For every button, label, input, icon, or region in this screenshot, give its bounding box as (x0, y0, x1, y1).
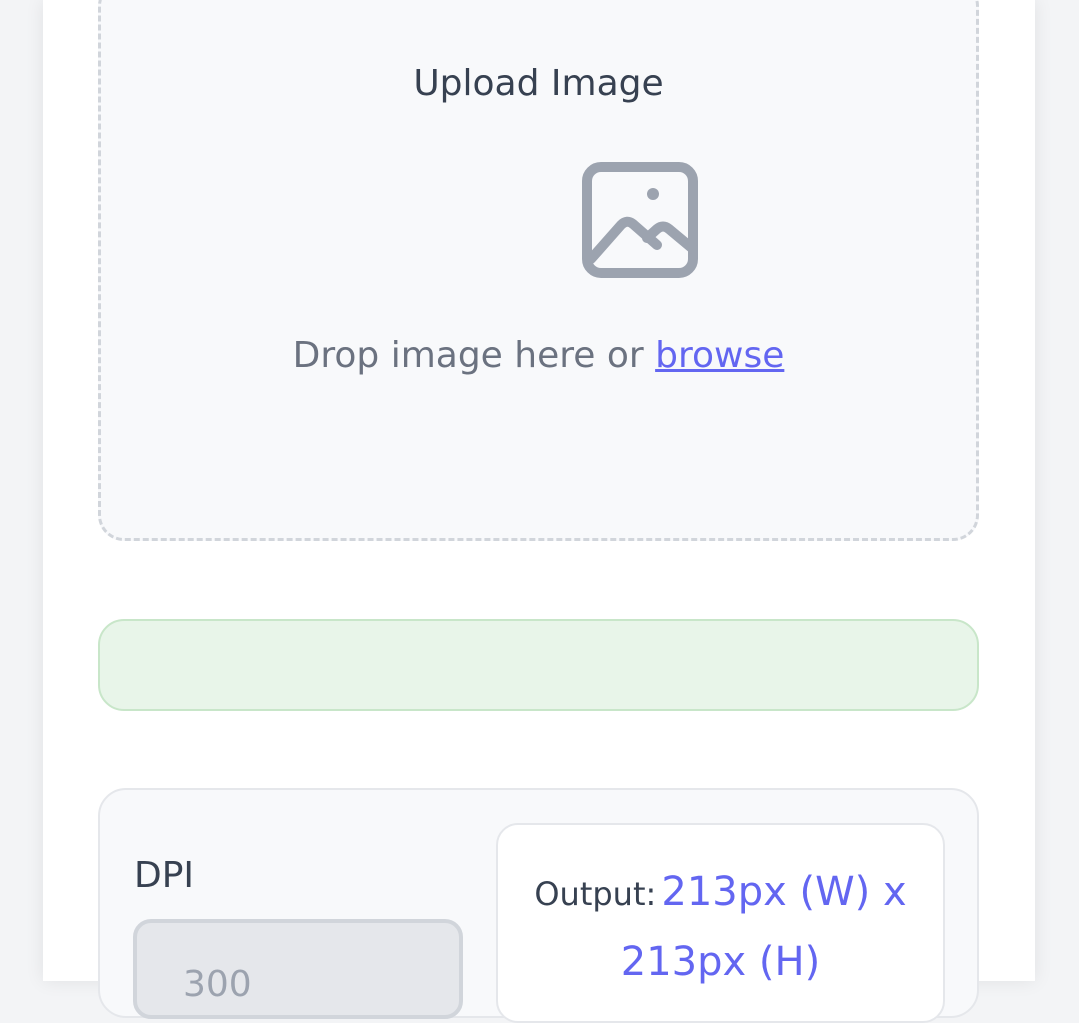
output-line: Output: 213px (W) x 213px (H) (498, 861, 943, 1001)
output-label: Output: (534, 875, 657, 913)
status-bar (98, 619, 979, 711)
output-width: 213px (W) x (661, 869, 907, 915)
output-box: Output: 213px (W) x 213px (H) (496, 823, 945, 1023)
image-icon (582, 162, 698, 278)
browse-link[interactable]: browse (655, 335, 784, 376)
upload-title: Upload Image (413, 63, 664, 104)
dpi-label: DPI (134, 855, 195, 896)
drop-instructions: Drop image here or browse (101, 335, 976, 376)
output-height: 213px (H) (620, 939, 821, 985)
dpi-input[interactable] (133, 919, 463, 1019)
image-dropzone[interactable]: Upload Image Drop image here or browse (98, 0, 979, 541)
drop-text: Drop image here or (292, 335, 656, 376)
